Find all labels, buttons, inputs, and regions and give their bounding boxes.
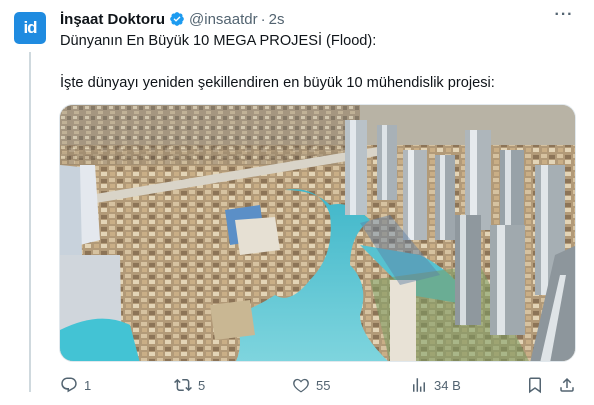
bookmark-icon <box>529 377 541 394</box>
retweet-count: 5 <box>198 377 206 393</box>
tweet-actions: 1 5 55 34 B <box>60 374 576 396</box>
retweet-button[interactable]: 5 <box>174 374 205 396</box>
author-name[interactable]: İnşaat Doktoru <box>60 11 165 28</box>
reply-icon <box>61 377 77 393</box>
verified-badge-icon <box>170 12 184 26</box>
author-handle[interactable]: @insaatdr <box>189 11 258 28</box>
aerial-city-photo <box>60 105 575 361</box>
reply-count: 1 <box>84 377 92 393</box>
views-icon <box>413 378 425 392</box>
share-icon <box>560 377 574 392</box>
thread-line <box>29 52 31 392</box>
views-count: 34 B <box>434 377 461 393</box>
bookmark-button[interactable] <box>526 374 544 396</box>
like-count: 55 <box>316 377 331 393</box>
tweet-media-image[interactable] <box>59 104 576 362</box>
share-button[interactable] <box>558 374 576 396</box>
like-icon <box>293 378 309 393</box>
tweet-text-line-2: İşte dünyayı yeniden şekillendiren en bü… <box>60 75 495 91</box>
separator-dot: · <box>260 10 266 28</box>
timestamp[interactable]: 2s <box>269 11 285 28</box>
avatar[interactable]: id <box>14 12 46 44</box>
retweet-icon <box>174 378 192 392</box>
views-button[interactable]: 34 B <box>410 374 461 396</box>
more-icon[interactable]: ··· <box>552 7 576 28</box>
reply-button[interactable]: 1 <box>60 374 91 396</box>
tweet[interactable]: id İnşaat Doktoru @insaatdr · 2s ··· Dün… <box>0 0 594 405</box>
tweet-text-line-1: Dünyanın En Büyük 10 MEGA PROJESİ (Flood… <box>60 33 377 49</box>
like-button[interactable]: 55 <box>292 374 330 396</box>
tweet-header: İnşaat Doktoru @insaatdr · 2s <box>60 9 284 29</box>
